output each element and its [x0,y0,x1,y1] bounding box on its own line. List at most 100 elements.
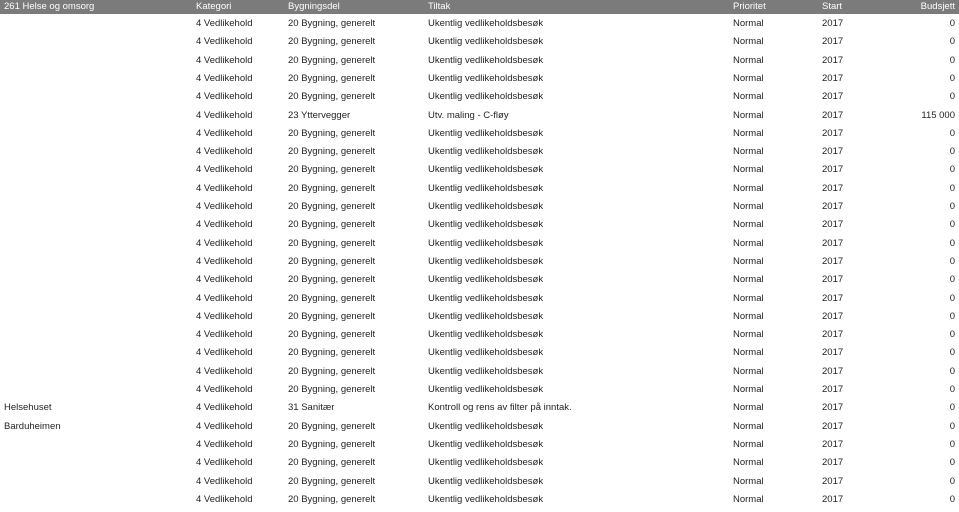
cell-bygningsdel: 20 Bygning, generelt [288,182,376,194]
cell-tiltak: Ukentlig vedlikeholdsbesøk [428,310,544,322]
cell-kategori: 4 Vedlikehold [196,219,253,231]
cell-start: 2017 [822,365,844,377]
table-row[interactable]: 4 Vedlikehold 20 Bygning, generelt Ukentli… [0,88,959,106]
cell-prioritet: Normal [733,91,764,103]
table-row[interactable]: 4 Vedlikehold 20 Bygning, generelt Ukentli… [0,381,959,399]
cell-bygningsdel: 20 Bygning, generelt [288,475,376,487]
cell-prioritet: Normal [733,475,764,487]
cell-start: 2017 [822,274,844,286]
cell-tiltak: Ukentlig vedlikeholdsbesøk [428,146,544,158]
cell-tiltak: Ukentlig vedlikeholdsbesøk [428,384,544,395]
column-header-tiltak[interactable]: Tiltak [428,1,450,13]
cell-kategori: 4 Vedlikehold [196,91,253,103]
cell-budsjett: 0 [949,36,955,48]
cell-budsjett: 0 [949,255,955,267]
cell-bygningsdel: 20 Bygning, generelt [288,384,376,395]
cell-prioritet: Normal [733,457,764,469]
cell-start: 2017 [822,127,844,139]
cell-budsjett: 115 000 [921,109,955,121]
cell-start: 2017 [822,36,844,48]
column-header-bygningsdel[interactable]: Bygningsdel [288,1,340,13]
column-header-budsjett[interactable]: Budsjett [921,1,955,13]
cell-budsjett: 0 [949,475,955,487]
cell-start: 2017 [822,164,844,176]
table-row[interactable]: 4 Vedlikehold 20 Bygning, generelt Ukentli… [0,33,959,51]
cell-start: 2017 [822,475,844,487]
cell-bygningsdel: 20 Bygning, generelt [288,72,376,84]
cell-kategori: 4 Vedlikehold [196,255,253,267]
table-row[interactable]: Helsehuset 4 Vedlikehold 31 Sanitær Kontrol… [0,399,959,417]
table-row[interactable]: 4 Vedlikehold 20 Bygning, generelt Ukentli… [0,308,959,326]
cell-bygningsdel: 20 Bygning, generelt [288,54,376,66]
cell-bygningsdel: 20 Bygning, generelt [288,164,376,176]
table-row[interactable]: 4 Vedlikehold 20 Bygning, generelt Ukentli… [0,143,959,161]
cell-bygningsdel: 20 Bygning, generelt [288,329,376,341]
cell-bygningsdel: 23 Yttervegger [288,109,351,121]
cell-prioritet: Normal [733,201,764,212]
table-row[interactable]: 4 Vedlikehold 23 Yttervegger Utv. maling -… [0,107,959,125]
table-row[interactable]: 4 Vedlikehold 20 Bygning, generelt Ukentli… [0,363,959,381]
table-row[interactable]: 4 Vedlikehold 20 Bygning, generelt Ukentli… [0,491,959,509]
table-row[interactable]: 4 Vedlikehold 20 Bygning, generelt Ukentli… [0,344,959,362]
cell-kategori: 4 Vedlikehold [196,365,253,377]
table-row[interactable]: 4 Vedlikehold 20 Bygning, generelt Ukentli… [0,235,959,253]
cell-kategori: 4 Vedlikehold [196,36,253,48]
cell-prioritet: Normal [733,36,764,48]
cell-bygningsdel: 20 Bygning, generelt [288,255,376,267]
cell-tiltak: Ukentlig vedlikeholdsbesøk [428,329,544,341]
cell-tiltak: Kontroll og rens av filter på inntak. [428,402,572,414]
cell-kategori: 4 Vedlikehold [196,438,253,450]
table-row[interactable]: 4 Vedlikehold 20 Bygning, generelt Ukentli… [0,52,959,70]
cell-prioritet: Normal [733,384,764,395]
cell-prioritet: Normal [733,402,764,414]
cell-budsjett: 0 [949,72,955,84]
cell-bygningsdel: 20 Bygning, generelt [288,457,376,469]
cell-start: 2017 [822,237,844,249]
cell-budsjett: 0 [949,182,955,194]
cell-prioritet: Normal [733,164,764,176]
table-row[interactable]: 4 Vedlikehold 20 Bygning, generelt Ukentli… [0,15,959,33]
table-row[interactable]: 4 Vedlikehold 20 Bygning, generelt Ukentli… [0,216,959,234]
cell-prioritet: Normal [733,292,764,304]
table-row[interactable]: 4 Vedlikehold 20 Bygning, generelt Ukentli… [0,271,959,289]
cell-tiltak: Ukentlig vedlikeholdsbesøk [428,420,544,432]
table-row[interactable]: Barduheimen 4 Vedlikehold 20 Bygning, gene… [0,418,959,436]
cell-bygningsdel: 20 Bygning, generelt [288,219,376,231]
table-row[interactable]: 4 Vedlikehold 20 Bygning, generelt Ukentli… [0,180,959,198]
cell-prioritet: Normal [733,18,764,29]
cell-prioritet: Normal [733,237,764,249]
cell-start: 2017 [822,292,844,304]
column-header-prioritet[interactable]: Prioritet [733,1,766,13]
table-row[interactable]: 4 Vedlikehold 20 Bygning, generelt Ukentli… [0,454,959,472]
cell-bygningsdel: 20 Bygning, generelt [288,493,376,505]
cell-tiltak: Ukentlig vedlikeholdsbesøk [428,91,544,103]
table-row[interactable]: 4 Vedlikehold 20 Bygning, generelt Ukentli… [0,473,959,491]
column-header-start[interactable]: Start [822,1,842,13]
cell-kategori: 4 Vedlikehold [196,292,253,304]
cell-budsjett: 0 [949,457,955,469]
cell-kategori: 4 Vedlikehold [196,109,253,121]
cell-budsjett: 0 [949,365,955,377]
cell-budsjett: 0 [949,54,955,66]
table-row[interactable]: 4 Vedlikehold 20 Bygning, generelt Ukentli… [0,70,959,88]
cell-bygningsdel: 20 Bygning, generelt [288,237,376,249]
table-row[interactable]: 4 Vedlikehold 20 Bygning, generelt Ukentli… [0,161,959,179]
table-row[interactable]: 4 Vedlikehold 20 Bygning, generelt Ukentli… [0,326,959,344]
cell-kategori: 4 Vedlikehold [196,18,253,29]
table-row[interactable]: 4 Vedlikehold 20 Bygning, generelt Ukentli… [0,253,959,271]
cell-prioritet: Normal [733,182,764,194]
table-row[interactable]: 4 Vedlikehold 20 Bygning, generelt Ukentli… [0,436,959,454]
cell-prioritet: Normal [733,127,764,139]
cell-bygningsdel: 20 Bygning, generelt [288,438,376,450]
table-row[interactable]: 4 Vedlikehold 20 Bygning, generelt Ukentli… [0,125,959,143]
column-header-kategori[interactable]: Kategori [196,1,231,13]
cell-bygningsdel: 20 Bygning, generelt [288,91,376,103]
cell-kategori: 4 Vedlikehold [196,329,253,341]
table-row[interactable]: 4 Vedlikehold 20 Bygning, generelt Ukentli… [0,290,959,308]
cell-prioritet: Normal [733,146,764,158]
cell-tiltak: Ukentlig vedlikeholdsbesøk [428,347,544,359]
cell-budsjett: 0 [949,493,955,505]
cell-kategori: 4 Vedlikehold [196,72,253,84]
table-row[interactable]: 4 Vedlikehold 20 Bygning, generelt Ukentli… [0,198,959,216]
cell-prioritet: Normal [733,72,764,84]
